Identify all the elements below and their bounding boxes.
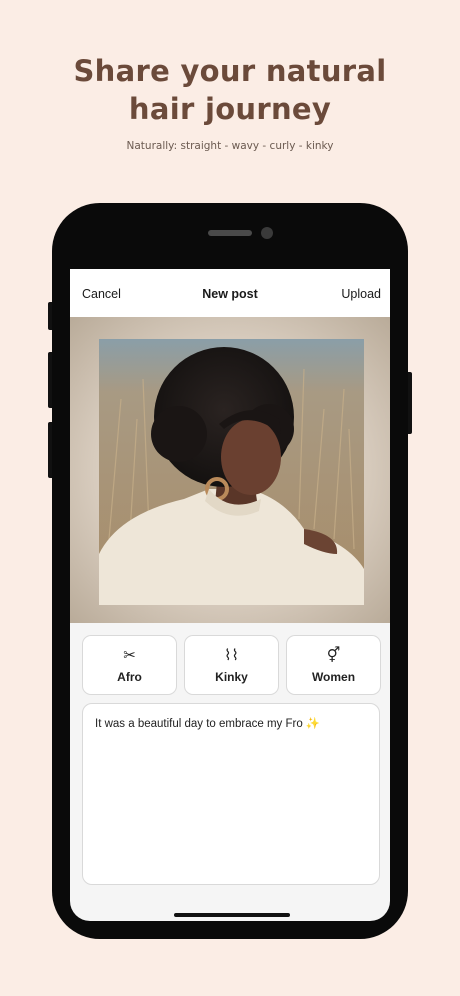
tag-kinky-label: Kinky [215,670,248,684]
headline-line-2: hair journey [128,92,332,126]
scissors-icon: ✂ [123,647,136,664]
promo-headline: Share your natural hair journey [0,52,460,128]
headline-line-1: Share your natural [73,54,387,88]
promo-subline: Naturally: straight - wavy - curly - kin… [126,140,334,152]
caption-textarea[interactable]: It was a beautiful day to embrace my Fro… [82,703,380,885]
tag-selector: ✂ Afro ⌇⌇ Kinky ⚥ Women [82,635,381,695]
caption-text: It was a beautiful day to embrace my Fro… [95,718,321,730]
hair-texture-icon: ⌇⌇ [224,647,239,664]
home-indicator [174,913,290,917]
tag-afro-label: Afro [117,670,142,684]
cancel-button[interactable]: Cancel [82,269,121,317]
navbar: New post Cancel Upload [70,269,390,317]
tag-women-label: Women [311,670,356,684]
post-photo[interactable] [99,339,364,605]
upload-button[interactable]: Upload [341,269,381,317]
promo-page: Share your natural hair journey Naturall… [0,0,460,996]
speaker-grille [208,230,252,236]
photo-preview-area [70,317,390,623]
front-camera [261,227,273,239]
phone-frame: New post Cancel Upload ✂ Afro ⌇⌇ Kinky ⚥… [52,203,408,939]
portrait-illustration [99,339,364,605]
tag-kinky[interactable]: ⌇⌇ Kinky [184,635,279,695]
tag-afro[interactable]: ✂ Afro [82,635,177,695]
gender-icon: ⚥ [326,647,341,664]
tag-women[interactable]: ⚥ Women [286,635,381,695]
phone-screen: New post Cancel Upload ✂ Afro ⌇⌇ Kinky ⚥… [70,269,390,921]
